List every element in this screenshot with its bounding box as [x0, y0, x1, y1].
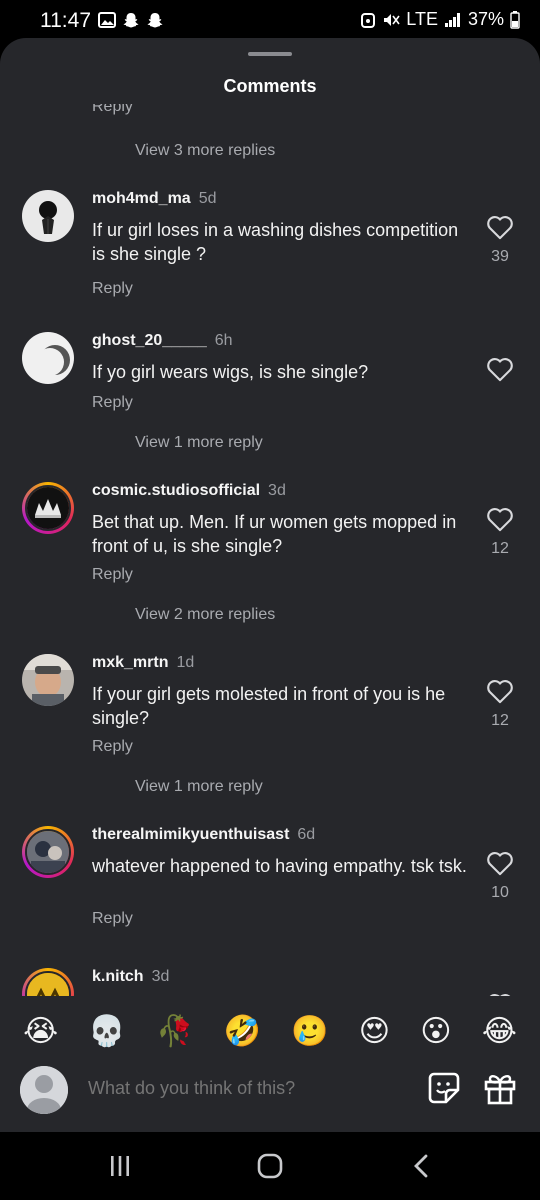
comment-time: 3d [151, 968, 170, 985]
reply-button[interactable]: Reply [92, 394, 133, 412]
back-icon [414, 1154, 428, 1178]
comment-text: whatever happened to having empathy. tsk… [92, 856, 467, 876]
view-more-replies-button[interactable]: View 1 more reply [135, 778, 263, 796]
heart-outline-icon[interactable] [486, 356, 514, 382]
emoji-crying-button[interactable]: 😭 [23, 1014, 58, 1049]
heart-outline-icon[interactable] [486, 506, 514, 532]
view-more-replies-button[interactable]: View 1 more reply [135, 434, 263, 452]
comment-text: If your girl gets molested in front of y… [92, 684, 446, 728]
emoji-skull-button[interactable]: 💀 [88, 1014, 125, 1049]
comment-time: 1d [176, 654, 195, 671]
gift-icon[interactable] [482, 1070, 518, 1106]
signal-icon [444, 12, 460, 27]
avatar[interactable] [22, 332, 74, 384]
comment-text: If yo girl wears wigs, is she single? [92, 362, 369, 382]
home-icon [257, 1153, 283, 1179]
comment-username[interactable]: cosmic.studiosofficial [92, 482, 260, 499]
comment-time: 6h [214, 332, 233, 349]
my-avatar [20, 1066, 68, 1114]
view-more-replies-button[interactable]: View 3 more replies [135, 142, 275, 160]
comment-time: 5d [198, 190, 217, 207]
sticker-icon[interactable] [426, 1070, 462, 1106]
status-time: 11:47 [40, 9, 91, 32]
status-bar: 11:47 LTE 37% [0, 0, 540, 42]
network-type: LTE [406, 9, 438, 29]
recents-icon [111, 1156, 129, 1176]
reply-button[interactable]: Reply [92, 738, 133, 756]
emoji-surprised-button[interactable]: 😮 [420, 1014, 451, 1049]
heart-outline-icon[interactable] [486, 992, 514, 996]
avatar [25, 829, 71, 875]
emoji-joy-button[interactable]: 😂 [482, 1014, 517, 1049]
comment-header: cosmic.studiosofficial 3d [92, 482, 286, 500]
battery-icon [510, 10, 520, 29]
comment-username[interactable]: ghost_20_____ [92, 332, 207, 349]
comment-username[interactable]: k.nitch [92, 968, 144, 985]
comment-header: therealmimikyuenthuisast 6d [92, 826, 315, 844]
battery-percent: 37% [467, 9, 504, 29]
comment-time: 3d [268, 482, 286, 499]
sheet-title: Comments [223, 76, 317, 96]
like-count: 12 [491, 712, 509, 729]
comment-username[interactable]: therealmimikyuenthuisast [92, 826, 289, 843]
avatar [25, 971, 71, 996]
mute-icon [384, 13, 400, 26]
like-count: 10 [491, 884, 509, 901]
alarm-icon [361, 12, 376, 28]
avatar [25, 485, 71, 531]
comment-time: 6d [297, 826, 316, 843]
comment-username[interactable]: mxk_mrtn [92, 654, 168, 671]
comment-compose-bar [0, 1066, 540, 1130]
comment-text: Bet that up. Men. If ur women gets moppe… [92, 512, 457, 556]
emoji-reaction-bar: 😭 💀 🥀 🤣 🥲 😍 😮 😂 [0, 1006, 540, 1056]
gallery-icon [98, 12, 116, 28]
reply-button[interactable]: Reply [92, 910, 133, 928]
emoji-smiling-tear-button[interactable]: 🥲 [291, 1014, 328, 1049]
snapchat-icon [147, 13, 163, 28]
heart-outline-icon[interactable] [486, 850, 514, 876]
snapchat-icon [123, 13, 139, 28]
reply-button[interactable]: Reply [92, 280, 133, 298]
back-button[interactable] [402, 1150, 442, 1182]
comment-header: ghost_20_____ 6h [92, 332, 233, 350]
comments-sheet: Comments Reply View 3 more replies moh4m… [0, 38, 540, 1132]
view-more-replies-button[interactable]: View 2 more replies [135, 606, 275, 624]
home-button[interactable] [250, 1150, 290, 1182]
emoji-heart-eyes-button[interactable]: 😍 [359, 1014, 390, 1049]
heart-outline-icon[interactable] [486, 214, 514, 240]
like-count: 39 [491, 248, 509, 265]
reply-button[interactable]: Reply [92, 104, 133, 116]
emoji-wilted-rose-button[interactable]: 🥀 [156, 1014, 193, 1049]
comment-header: k.nitch 3d [92, 968, 169, 986]
comment-input[interactable] [88, 1078, 408, 1099]
avatar-story-ring[interactable] [22, 826, 74, 878]
recents-button[interactable] [100, 1150, 140, 1182]
drag-handle[interactable] [248, 52, 292, 56]
system-nav-bar [0, 1132, 540, 1200]
comment-header: mxk_mrtn 1d [92, 654, 194, 672]
comment-header: moh4md_ma 5d [92, 190, 217, 208]
comment-text: If ur girl loses in a washing dishes com… [92, 220, 459, 264]
comments-list[interactable]: Reply View 3 more replies moh4md_ma 5d If… [0, 104, 540, 996]
like-count: 12 [491, 540, 509, 557]
avatar-story-ring[interactable] [22, 968, 74, 996]
status-right-icons: LTE 37% [360, 9, 520, 30]
notification-icons [98, 11, 164, 29]
reply-button[interactable]: Reply [92, 566, 133, 584]
heart-outline-icon[interactable] [486, 678, 514, 704]
avatar[interactable] [22, 190, 74, 242]
avatar-story-ring[interactable] [22, 482, 74, 534]
emoji-rofl-button[interactable]: 🤣 [224, 1014, 261, 1049]
avatar[interactable] [22, 654, 74, 706]
comment-username[interactable]: moh4md_ma [92, 190, 191, 207]
